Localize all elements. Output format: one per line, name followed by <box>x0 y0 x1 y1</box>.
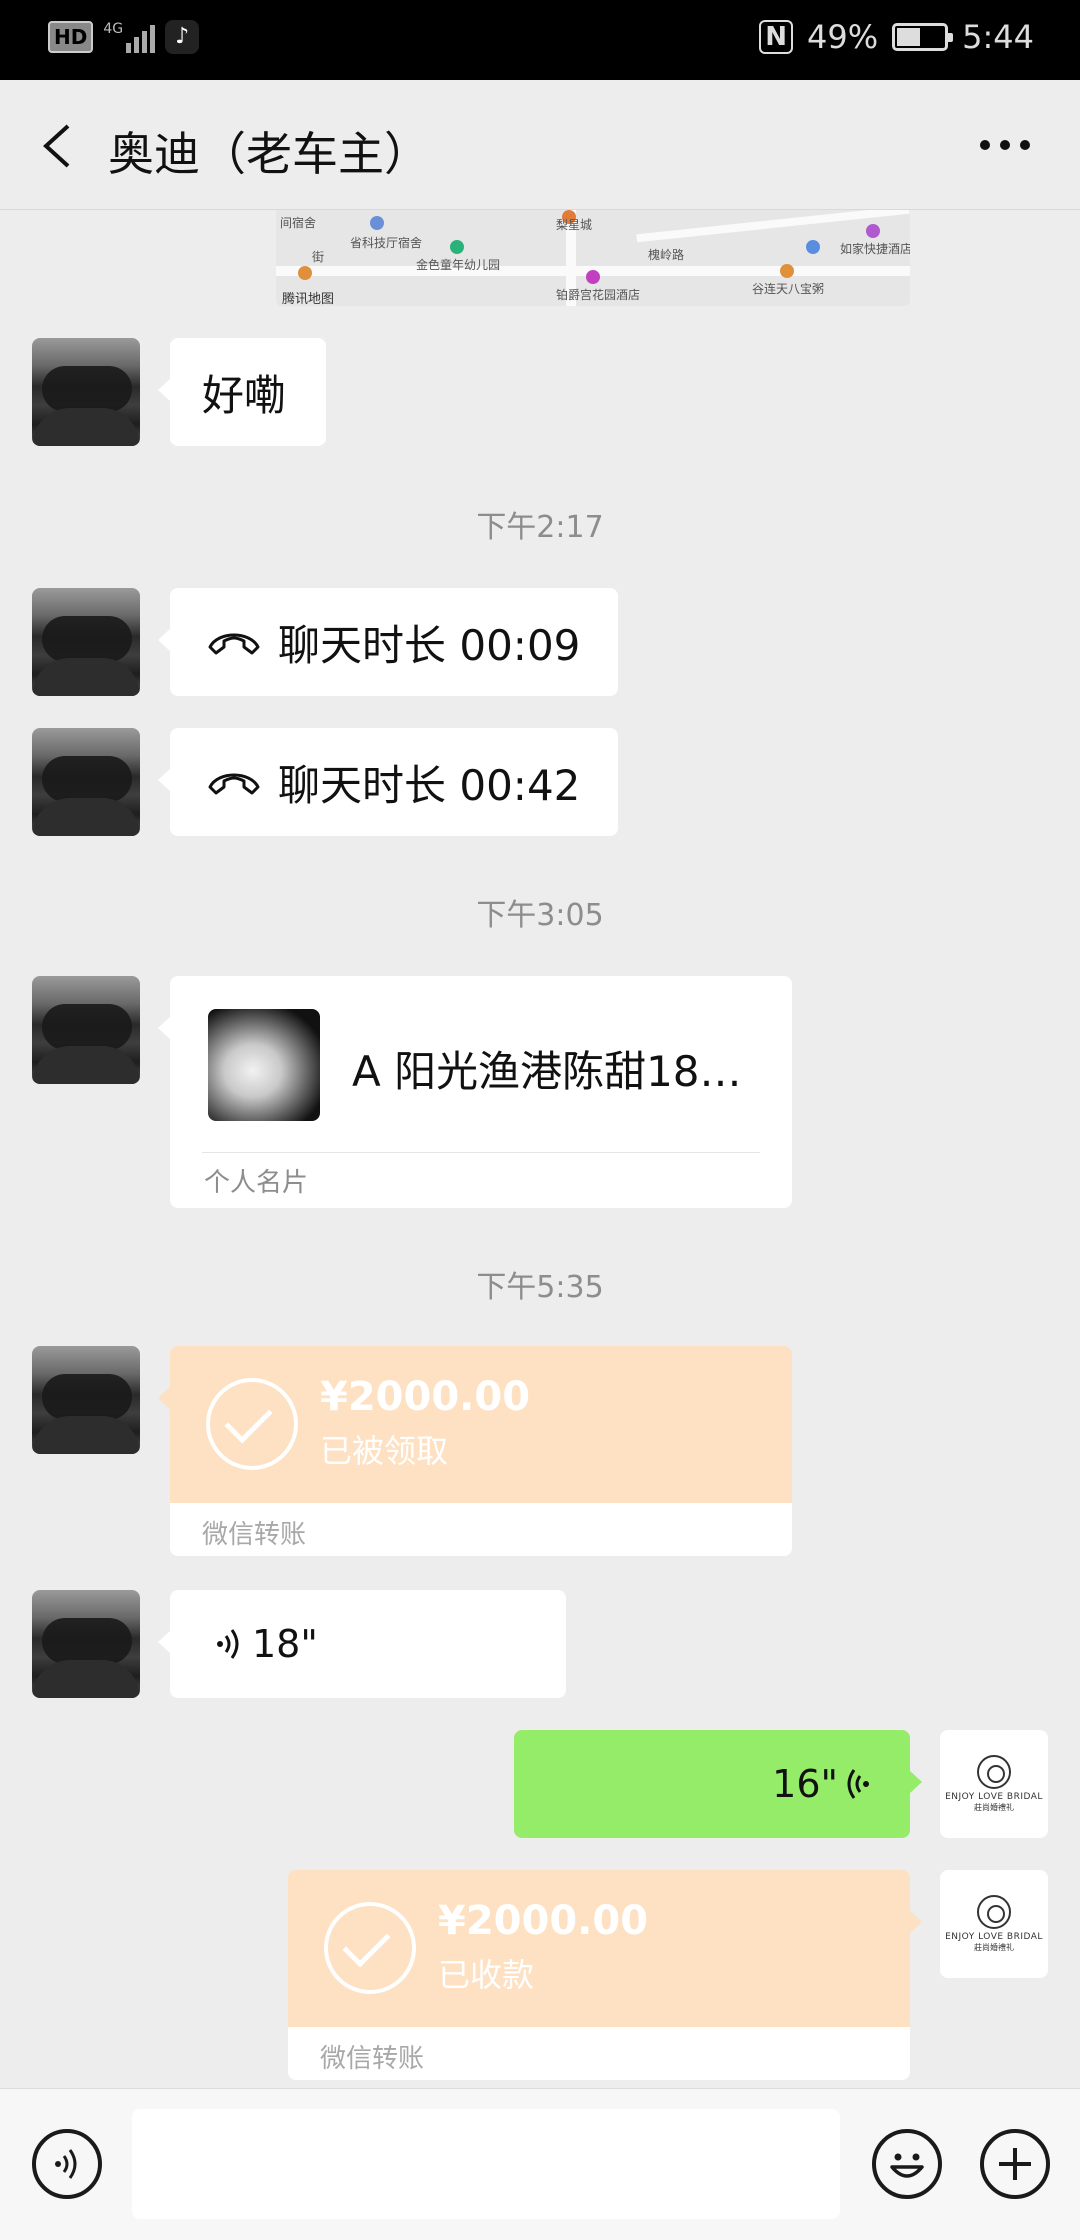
map-label: 谷连天八宝粥 <box>752 282 825 296</box>
contact-avatar[interactable] <box>32 588 140 696</box>
divider <box>202 1152 760 1153</box>
contact-avatar[interactable] <box>32 338 140 446</box>
chat-header: 奥迪（老车主） <box>0 80 1080 210</box>
contact-card-label: 个人名片 <box>204 1168 309 1198</box>
map-pin-icon <box>780 264 794 278</box>
my-avatar[interactable]: ENJOY LOVE BRIDAL 莊尚婚禮礼 <box>940 1730 1048 1838</box>
contact-card-name: A 阳光渔港陈甜18… <box>352 1047 742 1096</box>
status-bar: HD 4G ♪ N 49% 5:44 <box>0 0 1080 80</box>
logo-text: ENJOY LOVE BRIDAL <box>945 1932 1043 1942</box>
contact-avatar[interactable] <box>32 1590 140 1698</box>
timestamp: 下午2:17 <box>476 510 604 545</box>
map-pin-icon <box>586 270 600 284</box>
check-circle-icon <box>324 1902 416 1994</box>
map-pin-icon <box>806 240 820 254</box>
logo-subtext: 莊尚婚禮礼 <box>974 1943 1014 1952</box>
voice-message[interactable]: 16" <box>514 1730 922 1838</box>
transfer-message[interactable]: ¥2000.00 已被领取 微信转账 <box>170 1346 792 1556</box>
signal-icon: 4G <box>103 21 156 53</box>
logo-text: ENJOY LOVE BRIDAL <box>945 1792 1043 1802</box>
message-input[interactable] <box>132 2109 840 2219</box>
map-pin-icon <box>450 240 464 254</box>
map-label: 槐岭路 <box>648 248 685 262</box>
my-avatar[interactable]: ENJOY LOVE BRIDAL 莊尚婚禮礼 <box>940 1870 1048 1978</box>
clock: 5:44 <box>962 18 1034 56</box>
voice-duration: 18" <box>252 1622 318 1666</box>
hd-badge: HD <box>48 21 94 53</box>
contact-card-message[interactable]: A 阳光渔港陈甜18… 个人名片 <box>158 976 792 1208</box>
back-arrow-icon[interactable] <box>38 120 78 172</box>
transfer-status: 已收款 <box>438 1956 535 1994</box>
voice-input-icon[interactable] <box>32 2129 102 2199</box>
voice-wave-icon <box>847 1769 869 1799</box>
more-icon[interactable] <box>980 140 1030 150</box>
status-right: N 49% 5:44 <box>759 18 1034 56</box>
call-record-message[interactable]: 聊天时长 00:42 <box>158 728 618 836</box>
transfer-amount: ¥2000.00 <box>320 1374 531 1420</box>
map-label: 如家快捷酒店 <box>840 242 910 256</box>
battery-icon <box>892 23 954 51</box>
plus-icon[interactable] <box>980 2129 1050 2199</box>
contact-avatar[interactable] <box>32 728 140 836</box>
input-bar <box>0 2088 1080 2240</box>
check-circle-icon <box>206 1378 298 1470</box>
chat-title: 奥迪（老车主） <box>108 127 430 181</box>
map-pin-icon <box>866 224 880 238</box>
message-text: 好嘞 <box>202 370 287 420</box>
map-label: 间宿舍 <box>280 216 317 230</box>
bubble-tail <box>909 1910 922 1934</box>
call-duration: 聊天时长 00:09 <box>278 620 581 670</box>
map-label: 铂爵宫花园酒店 <box>556 288 641 302</box>
map-brand: 腾讯地图 <box>282 292 335 306</box>
nfc-icon: N <box>759 20 794 54</box>
phone-hangup-icon <box>208 633 260 655</box>
voice-message[interactable]: 18" <box>158 1590 566 1698</box>
tiktok-icon: ♪ <box>165 20 200 54</box>
timestamp: 下午5:35 <box>476 1270 604 1305</box>
contact-card-photo <box>208 1009 320 1121</box>
network-type: 4G <box>103 21 124 37</box>
contact-avatar[interactable] <box>32 1346 140 1454</box>
text-message[interactable]: 好嘞 <box>158 338 326 446</box>
transfer-label: 微信转账 <box>202 1520 307 1550</box>
bridal-logo-icon <box>977 1895 1011 1929</box>
voice-wave-icon <box>217 1629 239 1659</box>
map-label: 省科技厅宿舍 <box>350 236 423 250</box>
voice-duration: 16" <box>772 1762 838 1806</box>
map-pin-icon <box>370 216 384 230</box>
contact-avatar[interactable] <box>32 976 140 1084</box>
map-label: 梨星城 <box>556 218 593 232</box>
map-label: 街 <box>312 250 325 264</box>
transfer-status: 已被领取 <box>320 1432 449 1470</box>
call-duration: 聊天时长 00:42 <box>278 760 581 810</box>
transfer-label: 微信转账 <box>320 2044 425 2074</box>
bridal-logo-icon <box>977 1755 1011 1789</box>
emoji-icon[interactable] <box>872 2129 942 2199</box>
call-record-message[interactable]: 聊天时长 00:09 <box>158 588 618 696</box>
timestamp: 下午3:05 <box>476 898 604 933</box>
map-label: 金色童年幼儿园 <box>416 258 501 272</box>
transfer-message[interactable]: ¥2000.00 已收款 微信转账 <box>288 1870 910 2080</box>
transfer-amount: ¥2000.00 <box>438 1898 649 1944</box>
map-pin-icon <box>298 266 312 280</box>
message-list[interactable]: 间宿舍 街 省科技厅宿舍 金色童年幼儿园 梨星城 槐岭路 如家快捷酒店 腾讯地图… <box>0 210 1080 2088</box>
phone-hangup-icon <box>208 773 260 795</box>
battery-percent: 49% <box>807 18 879 56</box>
status-left: HD 4G ♪ <box>48 20 200 54</box>
location-map-preview[interactable]: 间宿舍 街 省科技厅宿舍 金色童年幼儿园 梨星城 槐岭路 如家快捷酒店 腾讯地图… <box>276 210 910 306</box>
logo-subtext: 莊尚婚禮礼 <box>974 1803 1014 1812</box>
